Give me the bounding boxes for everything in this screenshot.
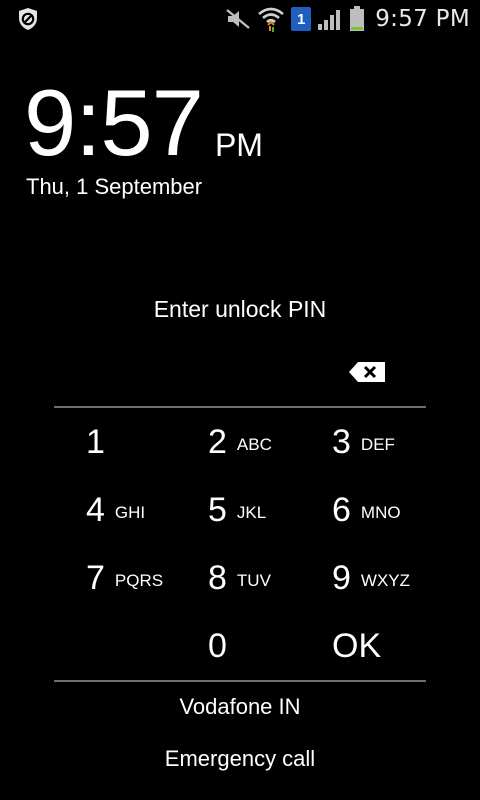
key-letters: TUV bbox=[236, 571, 271, 590]
key-letters: PQRS bbox=[114, 571, 164, 590]
key-8[interactable]: 8 TUV bbox=[178, 544, 302, 612]
status-bar-time: 9:57 PM bbox=[375, 6, 470, 32]
mute-icon bbox=[226, 9, 250, 29]
key-2[interactable]: 2 ABC bbox=[178, 408, 302, 476]
key-number: 7 bbox=[86, 558, 105, 597]
unlock-prompt: Enter unlock PIN bbox=[153, 296, 327, 322]
key-number: 6 bbox=[332, 490, 351, 529]
lockscreen-clock: 9:57 PM bbox=[24, 70, 263, 170]
key-number: 1 bbox=[86, 422, 105, 461]
status-bar: 1 9:57 PM bbox=[0, 0, 480, 38]
key-number: 3 bbox=[332, 422, 351, 461]
ok-label: OK bbox=[332, 626, 382, 665]
key-letters: DEF bbox=[360, 435, 395, 454]
key-1[interactable]: 1 bbox=[54, 408, 178, 476]
clock-time: 9:57 bbox=[24, 70, 204, 175]
key-number: 8 bbox=[208, 558, 227, 597]
key-number: 9 bbox=[332, 558, 351, 597]
key-7[interactable]: 7 PQRS bbox=[54, 544, 178, 612]
key-number: 4 bbox=[86, 490, 105, 529]
key-4[interactable]: 4 GHI bbox=[54, 476, 178, 544]
security-shield-icon bbox=[19, 8, 37, 30]
emergency-call-button[interactable]: Emergency call bbox=[0, 746, 480, 772]
key-6[interactable]: 6 MNO bbox=[302, 476, 426, 544]
key-number: 2 bbox=[208, 422, 227, 461]
key-3[interactable]: 3 DEF bbox=[302, 408, 426, 476]
key-letters: MNO bbox=[360, 503, 401, 522]
ok-button[interactable]: OK bbox=[302, 612, 426, 680]
status-icons: 1 9:57 PM bbox=[225, 0, 470, 38]
key-letters: JKL bbox=[236, 503, 267, 522]
key-number: 5 bbox=[208, 490, 227, 529]
key-letters: GHI bbox=[114, 503, 146, 522]
key-letters: ABC bbox=[236, 435, 272, 454]
clock-date: Thu, 1 September bbox=[26, 174, 203, 199]
backspace-icon[interactable] bbox=[348, 360, 388, 384]
wifi-icon bbox=[258, 7, 285, 32]
key-number: 0 bbox=[208, 626, 227, 665]
divider-bottom bbox=[54, 680, 426, 682]
battery-icon bbox=[350, 6, 365, 31]
key-5[interactable]: 5 JKL bbox=[178, 476, 302, 544]
pin-entry-field[interactable] bbox=[54, 350, 426, 406]
signal-icon bbox=[318, 10, 341, 30]
sim-icon: 1 bbox=[291, 7, 312, 31]
key-0[interactable]: 0 bbox=[178, 612, 302, 680]
key-9[interactable]: 9 WXYZ bbox=[302, 544, 426, 612]
clock-ampm: PM bbox=[214, 127, 263, 163]
carrier-name: Vodafone IN bbox=[179, 694, 301, 719]
key-letters: WXYZ bbox=[360, 571, 411, 590]
